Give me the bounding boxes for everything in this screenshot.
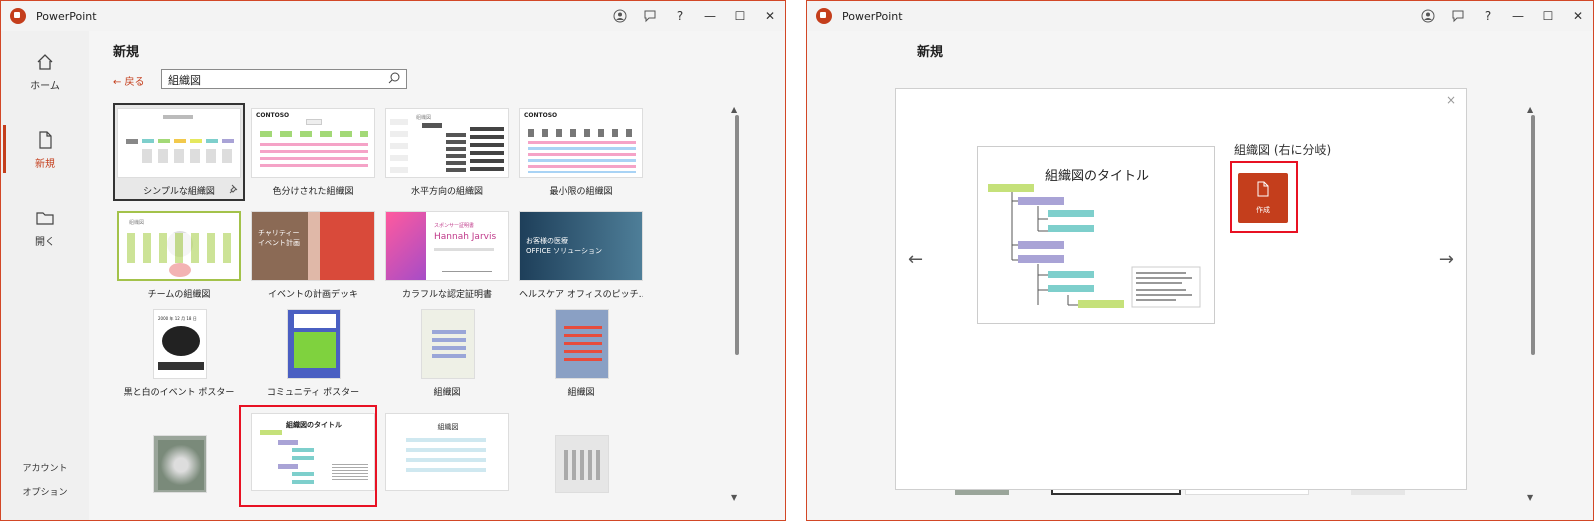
template-thumbnail xyxy=(287,309,341,379)
sidebar-item-label: ホーム xyxy=(30,81,60,92)
template-thumbnail: CONTOSO xyxy=(251,108,375,178)
close-button[interactable]: ✕ xyxy=(1563,1,1593,31)
thumb-heading: お客様の医療 OFFICE ソリューション xyxy=(526,237,603,255)
main-content: 新規 ▲ ▼ × ← → 組織図のタイトル 組織図 (右に分岐) 作成 xyxy=(807,31,1593,520)
template-thumbnail: スポンサー証明書 Hannah Jarvis xyxy=(385,211,509,281)
account-avatar-icon[interactable] xyxy=(605,1,635,31)
scroll-thumb[interactable] xyxy=(735,115,739,355)
scroll-up-icon[interactable]: ▲ xyxy=(731,105,737,114)
sidebar-item-account[interactable]: アカウント xyxy=(1,461,89,474)
thumb-text: 2000 年 12 月 18 日 xyxy=(158,316,197,321)
thumb-heading: 組織図 xyxy=(416,115,432,121)
scroll-up-icon[interactable]: ▲ xyxy=(1527,105,1533,114)
help-button[interactable]: ? xyxy=(665,1,695,31)
template-thumbnail: チャリティー イベント計画 xyxy=(251,211,375,281)
template-preview-image: 組織図のタイトル xyxy=(977,146,1215,324)
app-title: PowerPoint xyxy=(36,9,97,23)
search-input[interactable]: 組織図 xyxy=(161,69,407,89)
thumb-heading: CONTOSO xyxy=(256,112,290,119)
main-content: 新規 ← 戻る 組織図 シンプルな組織図 CONTOSO 色分けされた組織図 組… xyxy=(89,31,785,520)
template-thumbnail xyxy=(117,108,241,178)
sidebar: ホーム 新規 開く アカウント オプション xyxy=(1,31,89,520)
template-name: イベントの計画デッキ xyxy=(267,290,358,300)
page-title: 新規 xyxy=(917,45,944,60)
template-name: カラフルな認定証明書 xyxy=(401,290,492,300)
template-thumbnail: 組織図 xyxy=(385,108,509,178)
pin-icon[interactable] xyxy=(229,184,239,194)
app-title: PowerPoint xyxy=(842,9,903,23)
dialog-close-button[interactable]: × xyxy=(1446,93,1456,107)
maximize-button[interactable]: ☐ xyxy=(725,1,755,31)
template-title: 組織図 (右に分岐) xyxy=(1234,143,1332,157)
powerpoint-window-preview: PowerPoint ? — ☐ ✕ ホーム 新規 開く アカウント オプション… xyxy=(806,0,1594,521)
new-document-icon xyxy=(39,131,52,149)
template-thumbnail xyxy=(153,435,207,493)
template-name: ヘルスケア オフィスのピッチ… xyxy=(519,290,643,300)
account-avatar-icon[interactable] xyxy=(1413,1,1443,31)
template-thumbnail: 組織図 xyxy=(385,413,509,491)
sidebar-item-options[interactable]: オプション xyxy=(1,485,89,498)
template-name: シンプルな組織図 xyxy=(143,187,215,197)
powerpoint-icon xyxy=(10,8,26,24)
scrollbar[interactable]: ▲ ▼ xyxy=(731,105,741,502)
thumb-text: Hannah Jarvis xyxy=(434,232,497,242)
template-name: 組織図 xyxy=(433,388,461,398)
thumb-heading: CONTOSO xyxy=(524,112,558,119)
title-bar: PowerPoint ? — ☐ ✕ xyxy=(807,1,1593,31)
thumb-heading: チャリティー イベント計画 xyxy=(258,229,300,247)
scroll-down-icon[interactable]: ▼ xyxy=(731,493,737,502)
template-thumbnail: お客様の医療 OFFICE ソリューション xyxy=(519,211,643,281)
template-thumbnail xyxy=(555,435,609,493)
next-arrow-icon[interactable]: → xyxy=(1439,249,1454,270)
sidebar-item-label: 新規 xyxy=(35,159,55,170)
template-name: チームの組織図 xyxy=(147,290,211,300)
help-button[interactable]: ? xyxy=(1473,1,1503,31)
highlight-red-box xyxy=(1230,161,1298,233)
sidebar-item-home[interactable]: ホーム xyxy=(1,53,89,92)
template-thumbnail: 組織図 xyxy=(117,211,241,281)
back-link[interactable]: ← 戻る xyxy=(113,73,145,88)
template-name: 黒と白のイベント ポスター xyxy=(123,388,235,398)
template-name: 水平方向の組織図 xyxy=(410,187,483,197)
template-name: コミュニティ ポスター xyxy=(266,388,360,398)
feedback-icon[interactable] xyxy=(1443,1,1473,31)
template-thumbnail xyxy=(555,309,609,379)
folder-icon xyxy=(36,212,54,225)
sidebar-item-new[interactable]: 新規 xyxy=(1,125,89,173)
template-thumbnail xyxy=(421,309,475,379)
sidebar-item-label: 開く xyxy=(35,237,55,248)
org-chart-graphic xyxy=(988,184,1201,308)
powerpoint-window-search: PowerPoint ? — ☐ ✕ ホーム 新規 開く アカウント オプション… xyxy=(0,0,786,521)
template-name: 組織図 xyxy=(567,388,595,398)
maximize-button[interactable]: ☐ xyxy=(1533,1,1563,31)
template-preview-dialog: × ← → 組織図のタイトル 組織図 (右に分岐) 作成 xyxy=(895,88,1467,490)
search-icon[interactable] xyxy=(388,72,400,84)
template-name: 最小限の組織図 xyxy=(549,187,613,197)
search-value: 組織図 xyxy=(168,74,201,87)
thumb-text: スポンサー証明書 xyxy=(434,223,475,229)
feedback-icon[interactable] xyxy=(635,1,665,31)
template-thumbnail: 2000 年 12 月 18 日 xyxy=(153,309,207,379)
scrollbar[interactable]: ▲ ▼ xyxy=(1527,105,1537,502)
template-thumbnail: CONTOSO xyxy=(519,108,643,178)
powerpoint-icon xyxy=(816,8,832,24)
sidebar-item-open[interactable]: 開く xyxy=(1,209,89,248)
scroll-down-icon[interactable]: ▼ xyxy=(1527,493,1533,502)
close-button[interactable]: ✕ xyxy=(755,1,785,31)
template-name: 色分けされた組織図 xyxy=(272,187,354,197)
title-bar: PowerPoint ? — ☐ ✕ xyxy=(1,1,785,31)
minimize-button[interactable]: — xyxy=(695,1,725,31)
thumb-heading: 組織図 xyxy=(437,423,459,431)
minimize-button[interactable]: — xyxy=(1503,1,1533,31)
previous-arrow-icon[interactable]: ← xyxy=(908,249,923,270)
scroll-thumb[interactable] xyxy=(1531,115,1535,355)
highlight-red-box xyxy=(239,405,377,507)
thumb-heading: 組織図 xyxy=(129,220,145,226)
home-icon xyxy=(37,54,53,70)
page-title: 新規 xyxy=(113,45,140,60)
